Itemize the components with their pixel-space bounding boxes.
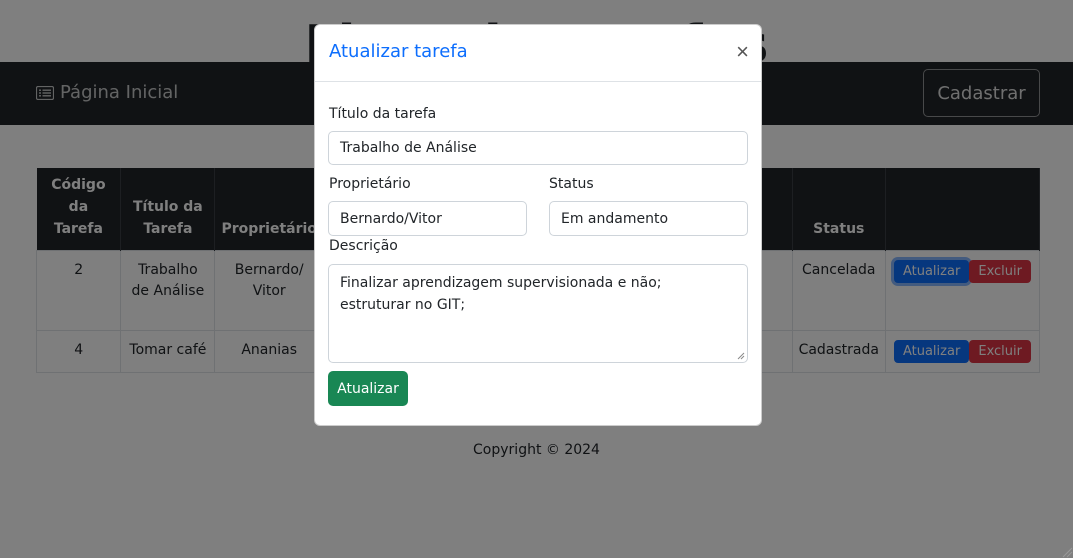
update-task-modal: Atualizar tarefa × Título da tarefa Trab… (314, 24, 762, 426)
description-text: Finalizar aprendizagem supervisionada e … (340, 275, 662, 313)
description-label: Descrição (329, 238, 398, 254)
status-input[interactable]: Em andamento (549, 201, 748, 236)
description-textarea[interactable]: Finalizar aprendizagem supervisionada e … (328, 264, 748, 363)
window-resize-icon[interactable] (1061, 546, 1073, 558)
resize-grip-icon[interactable] (737, 352, 745, 360)
modal-title: Atualizar tarefa (329, 41, 468, 62)
owner-input[interactable]: Bernardo/Vitor (328, 201, 527, 236)
submit-update-button[interactable]: Atualizar (328, 371, 408, 406)
modal-header: Atualizar tarefa × (315, 25, 761, 82)
title-label: Título da tarefa (329, 106, 437, 122)
status-label: Status (549, 176, 594, 192)
owner-label: Proprietário (329, 176, 411, 192)
title-input[interactable]: Trabalho de Análise (328, 131, 748, 165)
close-icon[interactable]: × (736, 41, 749, 63)
